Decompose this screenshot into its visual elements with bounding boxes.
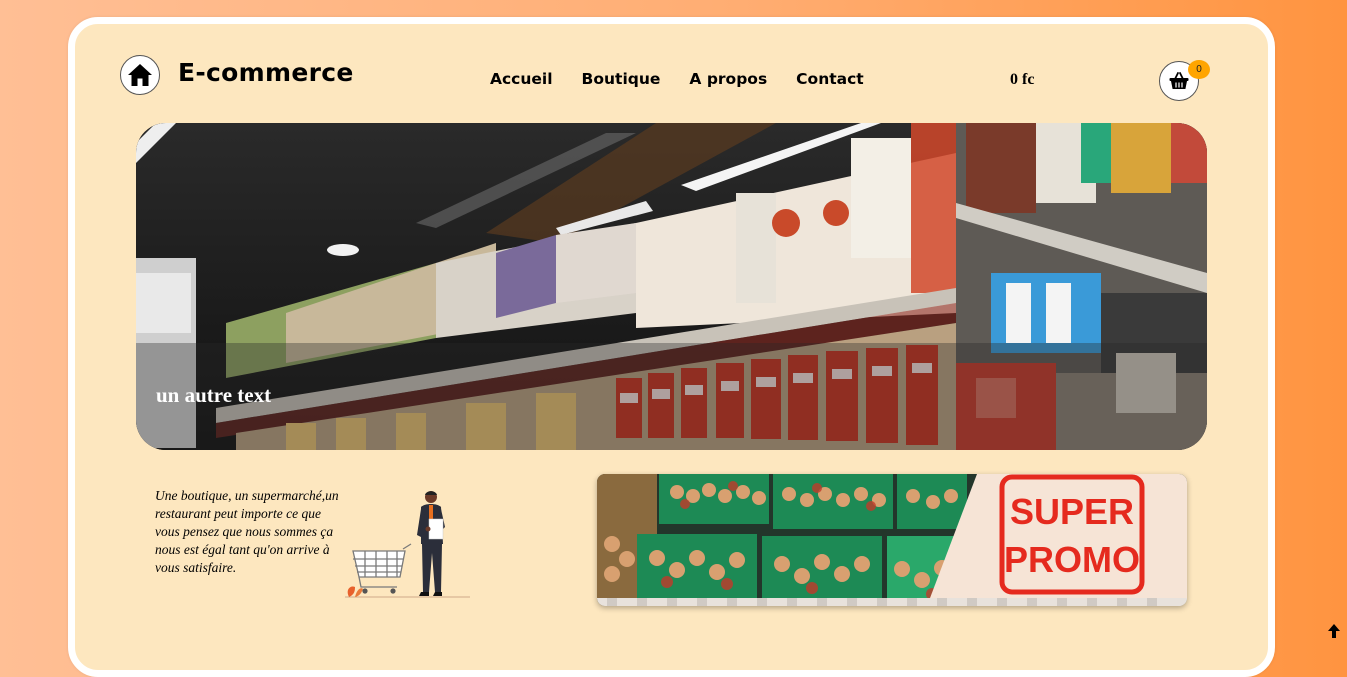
promo-line-2: PROMO xyxy=(1004,539,1140,580)
promo-image: SUPER PROMO xyxy=(597,474,1187,606)
arrow-up-icon[interactable] xyxy=(1325,622,1343,640)
promo-line-1: SUPER xyxy=(1010,491,1134,532)
hero-caption: un autre text xyxy=(136,343,1207,450)
nav-accueil[interactable]: Accueil xyxy=(490,70,553,88)
hero-caption-text: un autre text xyxy=(156,383,272,407)
shopping-person-illustration xyxy=(345,491,470,598)
cart-total: 0 fc xyxy=(1010,71,1035,88)
home-icon xyxy=(128,64,152,86)
brand-name[interactable]: E-commerce xyxy=(178,58,354,87)
nav-boutique[interactable]: Boutique xyxy=(582,70,661,88)
logo-home-button[interactable] xyxy=(120,55,160,95)
basket-icon xyxy=(1169,72,1189,89)
main-nav: Accueil Boutique A propos Contact xyxy=(490,70,864,88)
main-card: E-commerce Accueil Boutique A propos Con… xyxy=(68,17,1275,677)
cart-count-badge: 0 xyxy=(1188,60,1210,79)
nav-contact[interactable]: Contact xyxy=(796,70,864,88)
nav-a-propos[interactable]: A propos xyxy=(689,70,767,88)
about-text: Une boutique, un supermarché,un restaura… xyxy=(155,488,339,575)
promo-banner[interactable]: SUPER PROMO xyxy=(597,474,1187,606)
hero-slider[interactable]: un autre text xyxy=(136,123,1207,450)
